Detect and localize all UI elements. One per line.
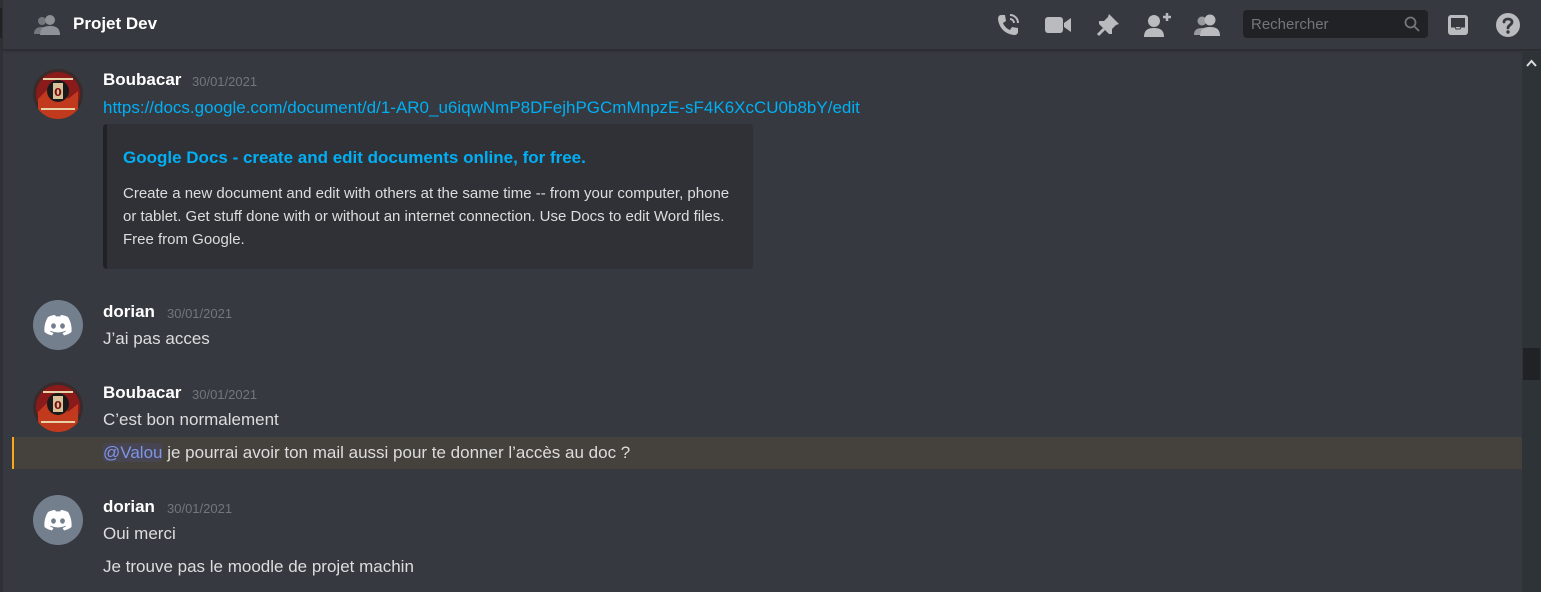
message-content: Oui merci bbox=[103, 524, 176, 543]
message-timestamp: 30/01/2021 bbox=[167, 306, 233, 321]
message-timestamp: 30/01/2021 bbox=[167, 501, 233, 516]
edge-marker bbox=[0, 8, 2, 38]
discord-default-avatar[interactable] bbox=[33, 495, 83, 545]
message-author[interactable]: dorian bbox=[103, 302, 155, 322]
embed-description: Create a new document and edit with othe… bbox=[123, 185, 730, 248]
boubacar-avatar[interactable]: 0 bbox=[33, 382, 83, 432]
message-content-mention: @Valou je pourrai avoir ton mail aussi p… bbox=[103, 443, 630, 463]
channel-name: Projet Dev bbox=[73, 14, 158, 33]
search-icon bbox=[1404, 16, 1420, 32]
svg-text:0: 0 bbox=[54, 399, 62, 412]
discord-default-avatar[interactable] bbox=[33, 300, 83, 350]
server-list-edge bbox=[0, 0, 3, 592]
members-icon[interactable] bbox=[1193, 10, 1223, 40]
channel-header: Projet Dev bbox=[3, 0, 1541, 50]
message-author[interactable]: Boubacar bbox=[103, 383, 181, 403]
scroll-up-arrow-icon[interactable] bbox=[1525, 56, 1538, 68]
message-content: C’est bon normalement bbox=[103, 410, 279, 429]
message-scrollbar[interactable] bbox=[1522, 52, 1541, 592]
message-content: J’ai pas acces bbox=[103, 329, 210, 348]
add-friend-icon[interactable] bbox=[1143, 10, 1173, 40]
help-icon[interactable] bbox=[1493, 10, 1523, 40]
scrollbar-thumb[interactable] bbox=[1523, 348, 1540, 380]
search-input[interactable] bbox=[1243, 10, 1393, 38]
video-camera-icon[interactable] bbox=[1043, 10, 1073, 40]
pin-icon[interactable] bbox=[1093, 10, 1123, 40]
embed-title[interactable]: Google Docs - create and edit documents … bbox=[123, 148, 586, 168]
link-embed: Google Docs - create and edit documents … bbox=[103, 124, 753, 269]
google-docs-link[interactable]: https://docs.google.com/document/d/1-AR0… bbox=[103, 98, 860, 118]
search-box[interactable] bbox=[1243, 10, 1428, 38]
svg-text:0: 0 bbox=[54, 86, 62, 99]
message-content: Je trouve pas le moodle de projet machin bbox=[103, 557, 414, 576]
message-timestamp: 30/01/2021 bbox=[192, 74, 258, 89]
boubacar-avatar[interactable]: 0 bbox=[33, 69, 83, 119]
message-author[interactable]: dorian bbox=[103, 497, 155, 517]
inbox-icon[interactable] bbox=[1443, 10, 1473, 40]
message-timestamp: 30/01/2021 bbox=[192, 387, 258, 402]
user-mention[interactable]: @Valou bbox=[103, 443, 163, 462]
message-author[interactable]: Boubacar bbox=[103, 70, 181, 90]
people-icon bbox=[33, 13, 61, 37]
mention-text: je pourrai avoir ton mail aussi pour te … bbox=[162, 443, 631, 462]
phone-call-icon[interactable] bbox=[993, 10, 1023, 40]
